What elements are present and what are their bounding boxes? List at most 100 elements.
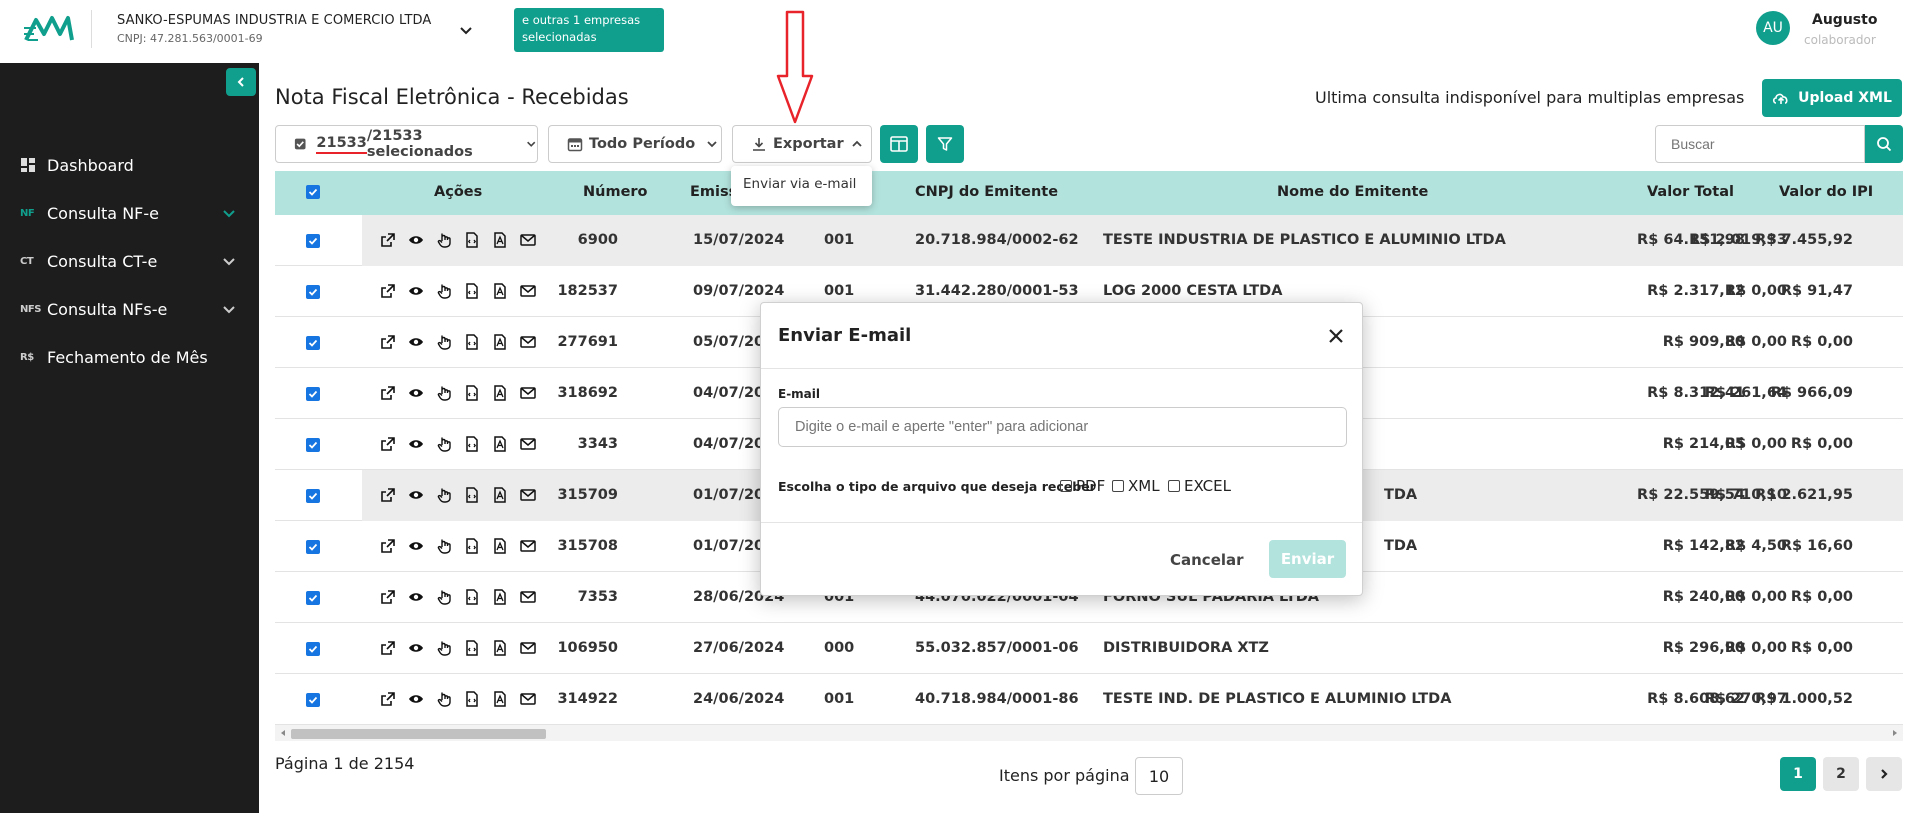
xml-file-icon[interactable]: [462, 536, 482, 556]
selection-dropdown[interactable]: 21533/21533 selecionados: [275, 125, 538, 163]
xml-file-icon[interactable]: [462, 281, 482, 301]
xml-file-icon[interactable]: [462, 689, 482, 709]
pdf-file-icon[interactable]: [490, 434, 510, 454]
search-input[interactable]: [1655, 125, 1865, 163]
pdf-file-icon[interactable]: [490, 536, 510, 556]
pdf-file-icon[interactable]: [490, 230, 510, 250]
open-external-icon[interactable]: [378, 536, 398, 556]
menu-item-send-email[interactable]: Enviar via e-mail: [743, 176, 860, 192]
filter-button[interactable]: [926, 125, 964, 163]
eye-icon[interactable]: [406, 689, 426, 709]
col-header-total[interactable]: Valor Total: [1647, 184, 1734, 200]
pdf-file-icon[interactable]: [490, 485, 510, 505]
mail-icon[interactable]: [518, 434, 538, 454]
sidebar-item-consulta-cte[interactable]: CT Consulta CT-e: [0, 239, 259, 283]
sidebar-item-fechamento[interactable]: R$ Fechamento de Mês: [0, 335, 259, 379]
columns-toggle-button[interactable]: [880, 125, 918, 163]
open-external-icon[interactable]: [378, 638, 398, 658]
sidebar-item-dashboard[interactable]: Dashboard: [0, 143, 259, 187]
next-page-button[interactable]: [1866, 757, 1902, 791]
pdf-file-icon[interactable]: [490, 383, 510, 403]
open-external-icon[interactable]: [378, 281, 398, 301]
table-row[interactable]: 314922 24/06/2024 001 40.718.984/0001-86 TES…: [275, 674, 1903, 725]
row-checkbox[interactable]: [306, 234, 320, 248]
scrollbar-thumb[interactable]: [291, 729, 546, 739]
open-external-icon[interactable]: [378, 485, 398, 505]
table-row[interactable]: 6900 15/07/2024 001 20.718.984/0002-62 TESTE…: [275, 215, 1903, 266]
row-checkbox[interactable]: [306, 285, 320, 299]
eye-icon[interactable]: [406, 536, 426, 556]
open-external-icon[interactable]: [378, 587, 398, 607]
eye-icon[interactable]: [406, 485, 426, 505]
sidebar-collapse-button[interactable]: [226, 68, 256, 96]
email-field[interactable]: [778, 407, 1347, 447]
mail-icon[interactable]: [518, 689, 538, 709]
hand-pointer-icon[interactable]: [434, 638, 454, 658]
xml-file-icon[interactable]: [462, 230, 482, 250]
export-dropdown[interactable]: Exportar: [732, 125, 872, 163]
hand-pointer-icon[interactable]: [434, 332, 454, 352]
horizontal-scrollbar[interactable]: [275, 725, 1903, 741]
hand-pointer-icon[interactable]: [434, 689, 454, 709]
mail-icon[interactable]: [518, 587, 538, 607]
xml-file-icon[interactable]: [462, 638, 482, 658]
chevron-down-icon[interactable]: [456, 20, 476, 40]
mail-icon[interactable]: [518, 536, 538, 556]
pdf-file-icon[interactable]: [490, 638, 510, 658]
select-all-checkbox[interactable]: [306, 185, 320, 199]
row-checkbox[interactable]: [306, 489, 320, 503]
row-checkbox[interactable]: [306, 438, 320, 452]
row-checkbox[interactable]: [306, 387, 320, 401]
hand-pointer-icon[interactable]: [434, 536, 454, 556]
upload-xml-button[interactable]: Upload XML: [1762, 79, 1902, 117]
search-button[interactable]: [1865, 125, 1903, 163]
cancel-button[interactable]: Cancelar: [1170, 551, 1244, 569]
pdf-file-icon[interactable]: [490, 332, 510, 352]
xml-file-icon[interactable]: [462, 332, 482, 352]
pdf-file-icon[interactable]: [490, 281, 510, 301]
open-external-icon[interactable]: [378, 230, 398, 250]
user-name[interactable]: Augusto: [1812, 12, 1877, 28]
mail-icon[interactable]: [518, 281, 538, 301]
other-companies-badge[interactable]: e outras 1 empresas selecionadas: [514, 8, 664, 52]
hand-pointer-icon[interactable]: [434, 587, 454, 607]
mail-icon[interactable]: [518, 332, 538, 352]
eye-icon[interactable]: [406, 434, 426, 454]
hand-pointer-icon[interactable]: [434, 485, 454, 505]
open-external-icon[interactable]: [378, 689, 398, 709]
mail-icon[interactable]: [518, 485, 538, 505]
items-per-page-input[interactable]: 10: [1135, 757, 1183, 795]
mail-icon[interactable]: [518, 638, 538, 658]
app-logo-icon[interactable]: [22, 10, 82, 50]
eye-icon[interactable]: [406, 638, 426, 658]
col-header-ipi[interactable]: Valor do IPI: [1779, 184, 1873, 200]
page-button-2[interactable]: 2: [1823, 757, 1859, 791]
filetype-xml-checkbox[interactable]: XML: [1112, 477, 1160, 495]
row-checkbox[interactable]: [306, 642, 320, 656]
row-checkbox[interactable]: [306, 540, 320, 554]
hand-pointer-icon[interactable]: [434, 383, 454, 403]
eye-icon[interactable]: [406, 332, 426, 352]
hand-pointer-icon[interactable]: [434, 230, 454, 250]
eye-icon[interactable]: [406, 281, 426, 301]
open-external-icon[interactable]: [378, 332, 398, 352]
mail-icon[interactable]: [518, 383, 538, 403]
avatar[interactable]: AU: [1756, 11, 1790, 45]
close-icon[interactable]: [1327, 327, 1345, 345]
table-row[interactable]: 106950 27/06/2024 000 55.032.857/0001-06 DIS…: [275, 623, 1903, 674]
send-button[interactable]: Enviar: [1269, 540, 1346, 578]
pdf-file-icon[interactable]: [490, 689, 510, 709]
hand-pointer-icon[interactable]: [434, 434, 454, 454]
col-header-cnpj[interactable]: CNPJ do Emitente: [915, 184, 1058, 200]
xml-file-icon[interactable]: [462, 587, 482, 607]
sidebar-item-consulta-nfe[interactable]: NF Consulta NF-e: [0, 191, 259, 235]
sidebar-item-consulta-nfse[interactable]: NFS Consulta NFs-e: [0, 287, 259, 331]
filetype-excel-checkbox[interactable]: EXCEL: [1168, 477, 1231, 495]
pdf-file-icon[interactable]: [490, 587, 510, 607]
company-name[interactable]: SANKO-ESPUMAS INDUSTRIA E COMERCIO LTDA: [117, 13, 431, 28]
page-button-1[interactable]: 1: [1780, 757, 1816, 791]
eye-icon[interactable]: [406, 587, 426, 607]
col-header-nome[interactable]: Nome do Emitente: [1277, 184, 1428, 200]
row-checkbox[interactable]: [306, 591, 320, 605]
open-external-icon[interactable]: [378, 383, 398, 403]
